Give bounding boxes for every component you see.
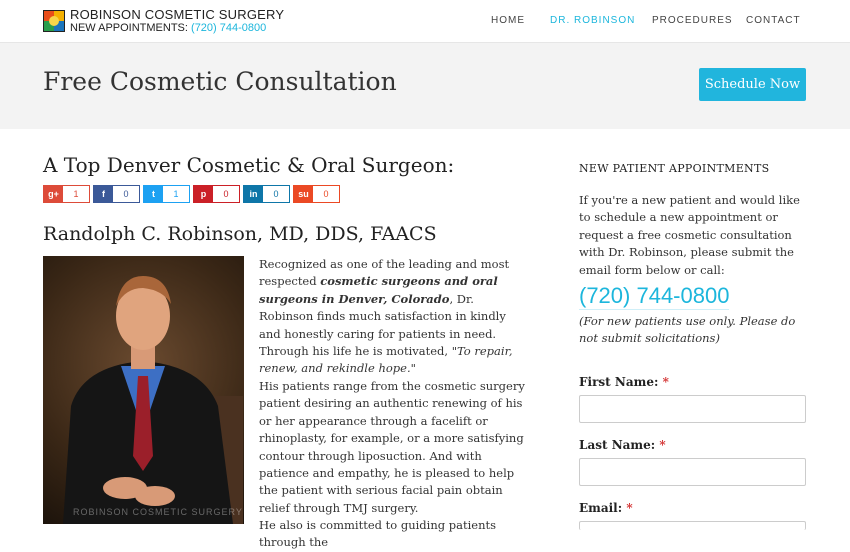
logo-icon[interactable] (43, 10, 65, 32)
doctor-photo: ROBINSON COSMETIC SURGERY (43, 256, 244, 524)
share-google-plus-button[interactable]: g+ 1 (43, 185, 90, 203)
required-marker: * (626, 501, 633, 515)
share-count: 0 (263, 186, 289, 202)
email-label: Email: * (579, 501, 633, 515)
photo-watermark: ROBINSON COSMETIC SURGERY (73, 507, 243, 517)
share-linkedin-button[interactable]: in 0 (243, 185, 290, 203)
share-count: 0 (213, 186, 239, 202)
share-count: 0 (113, 186, 139, 202)
brand-block[interactable]: ROBINSON COSMETIC SURGERY NEW APPOINTMEN… (70, 8, 284, 35)
sidebar-title: NEW PATIENT APPOINTMENTS (579, 162, 770, 175)
share-count: 1 (163, 186, 189, 202)
brand-name: ROBINSON COSMETIC SURGERY (70, 7, 285, 22)
doctor-name-heading: Randolph C. Robinson, MD, DDS, FAACS (43, 223, 437, 245)
section-heading: A Top Denver Cosmetic & Oral Surgeon: (43, 153, 455, 177)
required-marker: * (659, 438, 666, 452)
twitter-icon: t (144, 186, 163, 202)
share-twitter-button[interactable]: t 1 (143, 185, 190, 203)
schedule-now-button[interactable]: Schedule Now (699, 68, 806, 101)
top-nav-bar: ROBINSON COSMETIC SURGERY NEW APPOINTMEN… (0, 0, 850, 43)
doctor-portrait-image (63, 276, 243, 524)
first-name-field[interactable] (579, 395, 806, 423)
nav-procedures[interactable]: PROCEDURES (652, 15, 733, 26)
page-banner: Free Cosmetic Consultation Schedule Now (0, 43, 850, 129)
linkedin-icon: in (244, 186, 263, 202)
share-count: 0 (313, 186, 339, 202)
first-name-label-text: First Name: (579, 375, 659, 389)
share-stumbleupon-button[interactable]: su 0 (293, 185, 340, 203)
facebook-icon: f (94, 186, 113, 202)
nav-contact[interactable]: CONTACT (746, 15, 801, 26)
share-count: 1 (63, 186, 89, 202)
share-pinterest-button[interactable]: p 0 (193, 185, 240, 203)
last-name-field[interactable] (579, 458, 806, 486)
nav-home[interactable]: HOME (491, 15, 525, 26)
last-name-label-text: Last Name: (579, 438, 656, 452)
sidebar-intro-text: If you're a new patient and would like t… (579, 193, 800, 277)
commitment-paragraph: He also is committed to guiding patients… (259, 518, 497, 550)
share-facebook-button[interactable]: f 0 (93, 185, 140, 203)
intro-paragraph: Recognized as one of the leading and mos… (259, 256, 529, 378)
email-field[interactable] (579, 521, 806, 530)
sidebar-note: (For new patients use only. Please do no… (579, 314, 796, 346)
sidebar-phone-link[interactable]: (720) 744-0800 (579, 283, 730, 310)
appointments-label: NEW APPOINTMENTS: (70, 22, 188, 34)
pinterest-icon: p (194, 186, 213, 202)
patients-paragraph: His patients range from the cosmetic sur… (259, 379, 525, 515)
first-name-label: First Name: * (579, 375, 669, 389)
last-name-label: Last Name: * (579, 438, 666, 452)
google-plus-icon: g+ (44, 186, 63, 202)
page-title: Free Cosmetic Consultation (43, 67, 397, 96)
appointments-line: NEW APPOINTMENTS: (720) 744-0800 (70, 22, 284, 35)
required-marker: * (662, 375, 669, 389)
appointments-phone-link[interactable]: (720) 744-0800 (191, 22, 266, 34)
stumbleupon-icon: su (294, 186, 313, 202)
email-label-text: Email: (579, 501, 623, 515)
nav-dr-robinson[interactable]: DR. ROBINSON (550, 15, 635, 26)
